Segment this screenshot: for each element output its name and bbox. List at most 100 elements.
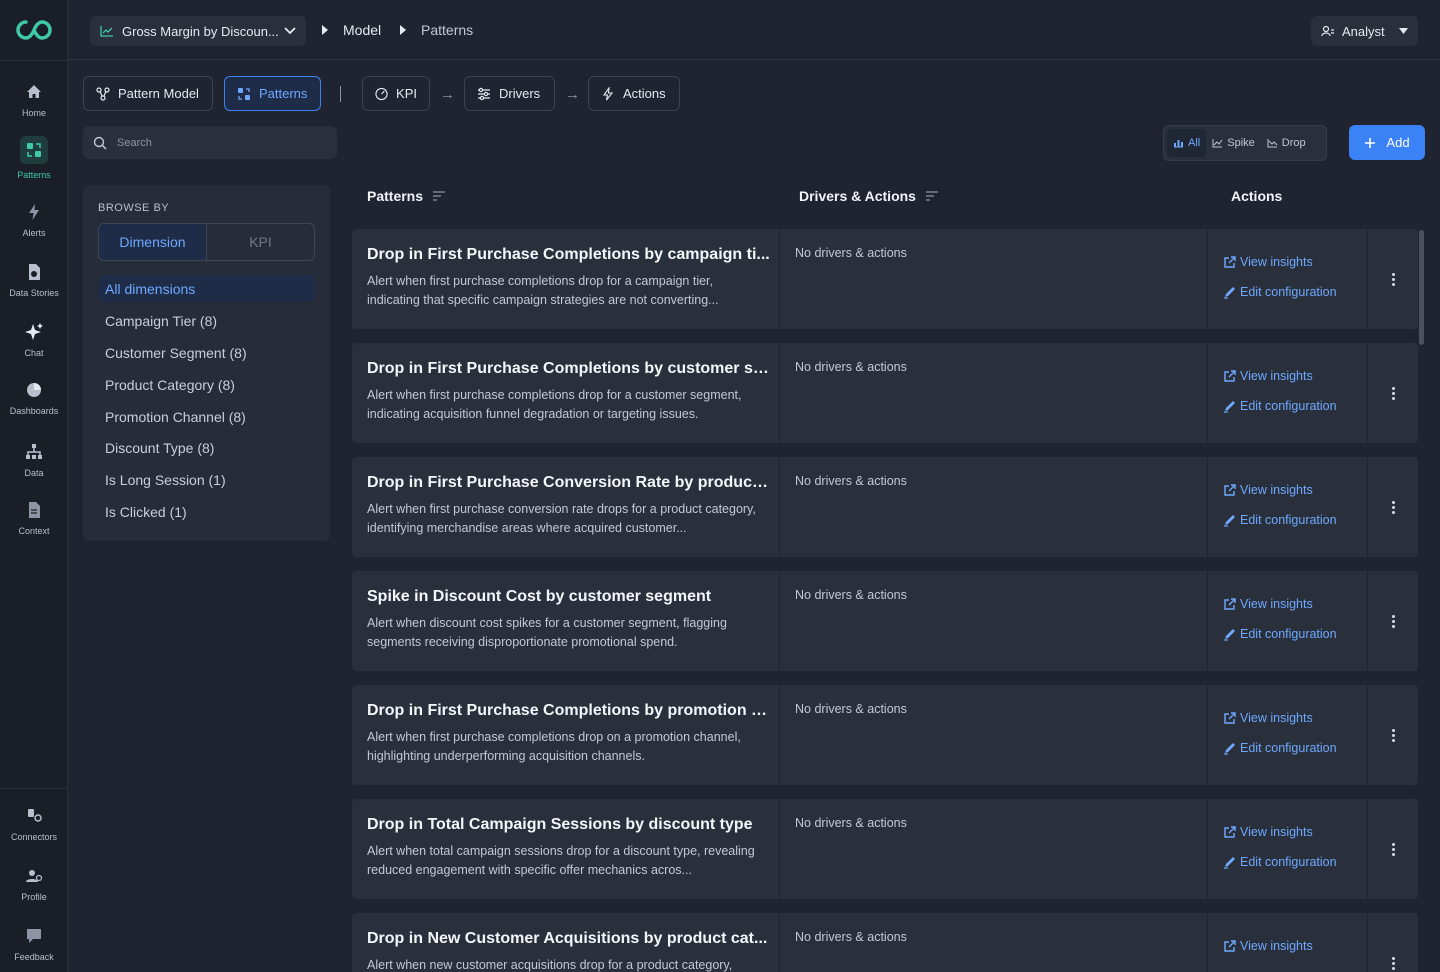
kebab-menu-icon[interactable] <box>1392 387 1395 400</box>
drivers-cell: No drivers & actions <box>780 343 1208 443</box>
breadcrumb-model[interactable]: Model <box>343 22 381 38</box>
pattern-title[interactable]: Drop in First Purchase Completions by ca… <box>367 246 772 264</box>
tab-drivers[interactable]: Drivers <box>464 76 555 111</box>
user-menu[interactable]: Analyst <box>1311 16 1418 46</box>
table-row[interactable]: Drop in Total Campaign Sessions by disco… <box>352 799 1418 899</box>
edit-configuration-link[interactable]: Edit configuration <box>1223 513 1337 527</box>
column-header-actions-label: Actions <box>1231 188 1283 204</box>
view-insights-link[interactable]: View insights <box>1223 483 1313 497</box>
tab-actions[interactable]: Actions <box>588 76 680 111</box>
dimension-item[interactable]: Is Long Session (1) <box>98 466 315 493</box>
edit-configuration-link[interactable]: Edit configuration <box>1223 627 1337 641</box>
dimension-item[interactable]: Customer Segment (8) <box>98 339 315 366</box>
actions-cell: View insights Edit configuration <box>1208 913 1368 972</box>
dimension-item[interactable]: Discount Type (8) <box>98 434 315 461</box>
tab-pattern-model[interactable]: Pattern Model <box>83 76 213 111</box>
column-header-drivers[interactable]: Drivers & Actions <box>799 188 938 204</box>
nav-data-stories-label: Data Stories <box>9 288 59 298</box>
table-row[interactable]: Spike in Discount Cost by customer segme… <box>352 571 1418 671</box>
kebab-menu-icon[interactable] <box>1392 843 1395 856</box>
drivers-cell: No drivers & actions <box>780 685 1208 785</box>
kebab-menu-icon[interactable] <box>1392 729 1395 742</box>
actions-cell: View insights Edit configuration <box>1208 343 1368 443</box>
pattern-description: Alert when new customer acquisitions dro… <box>367 958 733 972</box>
view-insights-link[interactable]: View insights <box>1223 711 1313 725</box>
filter-drop-label: Drop <box>1281 137 1306 149</box>
table-row[interactable]: Drop in First Purchase Completions by ca… <box>352 229 1418 329</box>
toggle-dimension[interactable]: Dimension <box>99 224 207 260</box>
edit-configuration-link[interactable]: Edit configuration <box>1223 285 1337 299</box>
nav-context[interactable]: Context <box>0 500 68 536</box>
pattern-cell: Drop in New Customer Acquisitions by pro… <box>352 913 780 972</box>
nav-alerts[interactable]: Alerts <box>0 202 68 238</box>
drivers-status: No drivers & actions <box>795 588 907 602</box>
dimension-item[interactable]: Campaign Tier (8) <box>98 307 315 334</box>
drivers-status: No drivers & actions <box>795 360 907 374</box>
pattern-title[interactable]: Drop in New Customer Acquisitions by pro… <box>367 930 772 948</box>
dimension-item[interactable]: Is Clicked (1) <box>98 498 315 525</box>
table-row[interactable]: Drop in First Purchase Conversion Rate b… <box>352 457 1418 557</box>
table-row[interactable]: Drop in New Customer Acquisitions by pro… <box>352 913 1418 972</box>
pattern-title[interactable]: Drop in First Purchase Conversion Rate b… <box>367 474 772 492</box>
table-row[interactable]: Drop in First Purchase Completions by pr… <box>352 685 1418 785</box>
filter-drop[interactable]: Drop <box>1261 129 1312 157</box>
nav-connectors-label: Connectors <box>10 832 58 842</box>
view-insights-link[interactable]: View insights <box>1223 597 1313 611</box>
nav-dashboards[interactable]: Dashboards <box>0 380 68 416</box>
dimension-item[interactable]: Promotion Channel (8) <box>98 403 315 430</box>
nav-profile[interactable]: Profile <box>0 866 68 902</box>
edit-configuration-link[interactable]: Edit configuration <box>1223 399 1337 413</box>
tab-patterns-label: Patterns <box>259 86 308 101</box>
external-link-icon <box>1224 939 1236 952</box>
external-link-icon <box>1224 483 1236 496</box>
nav-connectors[interactable]: Connectors <box>0 806 68 842</box>
kebab-menu-icon[interactable] <box>1392 615 1395 628</box>
user-icon <box>1321 25 1334 37</box>
search-input[interactable]: Search <box>83 126 337 159</box>
nav-data[interactable]: Data <box>0 442 68 478</box>
view-insights-link[interactable]: View insights <box>1223 369 1313 383</box>
view-insights-link[interactable]: View insights <box>1223 939 1313 953</box>
pie-chart-icon <box>27 383 41 397</box>
spike-chart-icon <box>1212 139 1223 148</box>
filter-spike[interactable]: Spike <box>1206 129 1261 157</box>
logo-icon[interactable] <box>14 16 54 44</box>
pattern-title[interactable]: Drop in Total Campaign Sessions by disco… <box>367 816 772 834</box>
pattern-title[interactable]: Spike in Discount Cost by customer segme… <box>367 588 772 606</box>
add-button[interactable]: Add <box>1349 125 1425 160</box>
column-header-patterns[interactable]: Patterns <box>367 188 446 204</box>
drivers-cell: No drivers & actions <box>780 229 1208 329</box>
tab-kpi[interactable]: KPI <box>362 76 430 111</box>
nav-chat-label: Chat <box>24 348 44 358</box>
view-insights-link[interactable]: View insights <box>1223 825 1313 839</box>
edit-configuration-link[interactable]: Edit configuration <box>1223 855 1337 869</box>
kebab-menu-icon[interactable] <box>1392 501 1395 514</box>
home-icon <box>27 85 41 98</box>
tab-patterns[interactable]: Patterns <box>224 76 321 111</box>
dataset-selector[interactable]: Gross Margin by Discoun... <box>90 16 306 46</box>
scrollbar[interactable] <box>1419 230 1424 345</box>
patterns-icon <box>238 87 250 100</box>
actions-cell: View insights Edit configuration <box>1208 571 1368 671</box>
tabs-divider <box>340 86 341 102</box>
filter-all[interactable]: All <box>1167 129 1207 157</box>
pattern-title[interactable]: Drop in First Purchase Completions by pr… <box>367 702 772 720</box>
view-insights-label: View insights <box>1240 483 1313 497</box>
nav-data-stories[interactable]: Data Stories <box>0 262 68 298</box>
view-insights-link[interactable]: View insights <box>1223 255 1313 269</box>
pattern-title[interactable]: Drop in First Purchase Completions by cu… <box>367 360 772 378</box>
nav-feedback[interactable]: Feedback <box>0 926 68 962</box>
nav-home[interactable]: Home <box>0 82 68 118</box>
tab-pattern-model-label: Pattern Model <box>118 86 199 101</box>
table-row[interactable]: Drop in First Purchase Completions by cu… <box>352 343 1418 443</box>
toggle-kpi[interactable]: KPI <box>207 224 314 260</box>
user-role: Analyst <box>1342 23 1385 39</box>
kebab-menu-icon[interactable] <box>1392 273 1395 286</box>
nav-patterns[interactable]: Patterns <box>0 136 68 180</box>
nav-chat[interactable]: Chat <box>0 322 68 358</box>
edit-configuration-link[interactable]: Edit configuration <box>1223 741 1337 755</box>
column-header-drivers-label: Drivers & Actions <box>799 188 916 204</box>
kebab-menu-icon[interactable] <box>1392 957 1395 970</box>
dimension-item[interactable]: Product Category (8) <box>98 371 315 398</box>
dimension-item[interactable]: All dimensions <box>98 275 315 302</box>
